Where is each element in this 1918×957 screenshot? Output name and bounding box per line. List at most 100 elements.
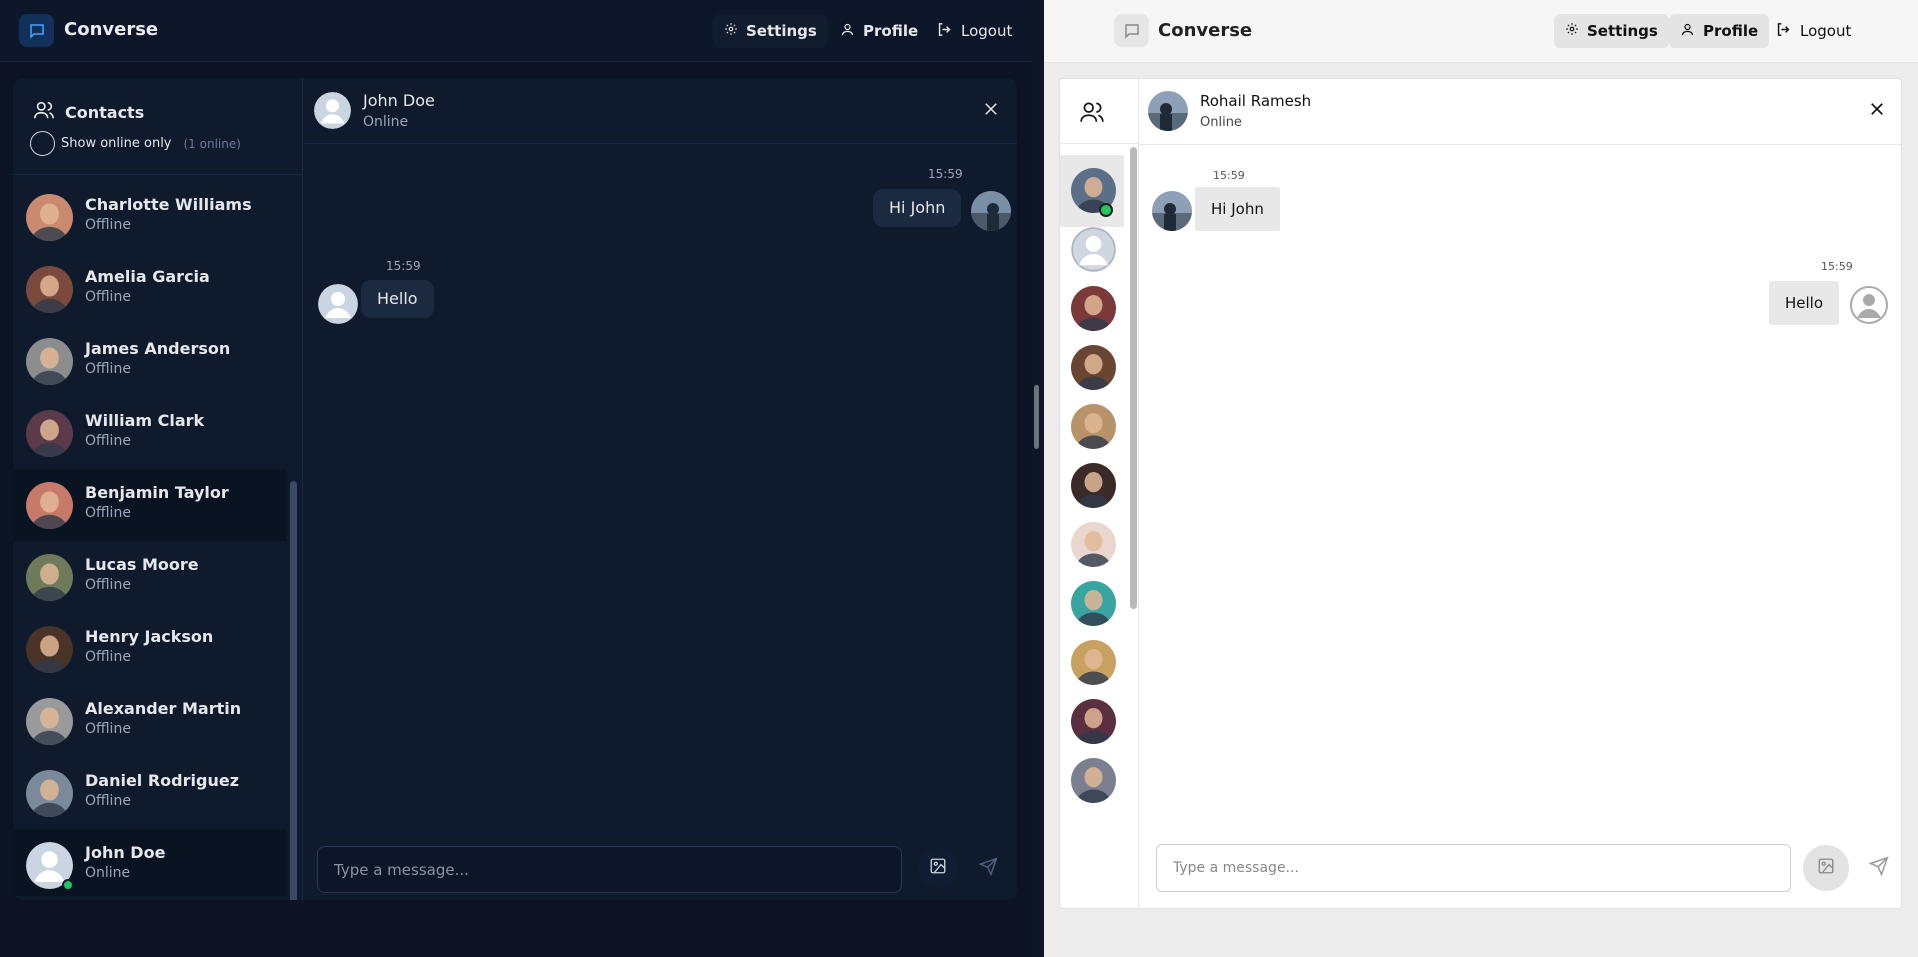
send-icon	[978, 856, 998, 880]
contact-item[interactable]: Charlotte Williams Offline	[13, 181, 287, 253]
message-input[interactable]	[318, 847, 901, 892]
close-icon[interactable]	[982, 100, 1000, 122]
contacts-header: Contacts	[33, 99, 144, 125]
top-navbar: Converse Settings Profile Logout	[0, 0, 1032, 62]
profile-label: Profile	[1703, 22, 1759, 40]
avatar	[971, 191, 1011, 231]
contacts-scrollbar[interactable]	[290, 481, 297, 900]
logout-icon	[936, 21, 953, 42]
contact-item[interactable]: James Anderson Offline	[13, 325, 287, 397]
chat-contact-status: Online	[363, 114, 409, 130]
contact-status: Offline	[85, 361, 131, 377]
rail-contact-avatar[interactable]	[1071, 581, 1116, 626]
rail-contact-avatar[interactable]	[1071, 699, 1116, 744]
light-theme-view: Converse Settings Profile Logout Rohail …	[1044, 0, 1918, 957]
close-icon[interactable]	[1868, 100, 1886, 122]
rail-scrollbar[interactable]	[1130, 147, 1137, 609]
contacts-heading: Contacts	[65, 102, 145, 122]
chat-contact-name: John Doe	[363, 91, 435, 110]
avatar	[26, 266, 73, 313]
rail-contact-avatar[interactable]	[1071, 345, 1116, 390]
contact-name: William Clark	[85, 411, 205, 430]
message-time: 15:59	[1213, 169, 1245, 182]
avatar	[1849, 285, 1889, 325]
contact-item[interactable]: Amelia Garcia Offline	[13, 253, 287, 325]
message-input[interactable]	[1157, 845, 1790, 891]
image-icon	[1817, 857, 1835, 879]
profile-button[interactable]: Profile	[1669, 14, 1770, 48]
top-navbar: Converse Settings Profile Logout	[1044, 0, 1918, 63]
chat-contact-status: Online	[1200, 115, 1242, 130]
message-bubble: Hi John	[873, 189, 962, 227]
online-only-checkbox[interactable]	[30, 131, 55, 156]
splitter-handle[interactable]	[1034, 385, 1039, 449]
profile-button[interactable]: Profile	[829, 14, 929, 48]
settings-button[interactable]: Settings	[713, 14, 828, 48]
divider	[1060, 143, 1139, 144]
contact-status: Offline	[85, 721, 131, 737]
chat-logo-icon[interactable]	[1114, 14, 1149, 47]
contact-item[interactable]: Benjamin Taylor Offline	[13, 469, 287, 541]
message-time: 15:59	[1821, 260, 1853, 273]
avatar	[1152, 191, 1192, 231]
attach-image-button[interactable]	[918, 848, 958, 888]
message-time: 15:59	[386, 259, 421, 273]
rail-contact-avatar[interactable]	[1071, 286, 1116, 331]
avatar	[26, 770, 73, 817]
message-bubble: Hello	[361, 280, 434, 318]
avatar	[26, 194, 73, 241]
contact-item[interactable]: Daniel Rodriguez Offline	[13, 757, 287, 829]
settings-label: Settings	[1587, 22, 1658, 40]
contact-name: Charlotte Williams	[85, 195, 252, 214]
logout-button[interactable]: Logout	[1764, 14, 1862, 48]
rail-contact-avatar[interactable]	[1071, 640, 1116, 685]
brand-name[interactable]: Converse	[64, 19, 158, 40]
users-icon[interactable]	[1079, 99, 1105, 129]
message-bubble: Hi John	[1195, 187, 1280, 231]
rail-contact-avatar[interactable]	[1071, 522, 1116, 567]
message-time: 15:59	[928, 167, 963, 181]
dark-theme-view: Converse Settings Profile Logout Contact…	[0, 0, 1032, 957]
contact-item[interactable]: Alexander Martin Offline	[13, 685, 287, 757]
rail-contact-avatar[interactable]	[1071, 404, 1116, 449]
send-button[interactable]	[1856, 845, 1901, 891]
logout-button[interactable]: Logout	[925, 14, 1023, 48]
settings-button[interactable]: Settings	[1554, 14, 1669, 48]
rail-contact-avatar[interactable]	[1071, 758, 1116, 803]
chat-logo-icon[interactable]	[19, 14, 54, 47]
contact-status: Offline	[85, 577, 131, 593]
gear-icon	[724, 22, 738, 40]
message-input-box[interactable]	[1156, 844, 1791, 892]
avatar	[26, 338, 73, 385]
contacts-rail	[1060, 79, 1139, 908]
contact-name: Alexander Martin	[85, 699, 242, 718]
avatar	[26, 698, 73, 745]
attach-image-button[interactable]	[1803, 845, 1849, 891]
message-input-box[interactable]	[317, 846, 902, 893]
contact-item[interactable]: William Clark Offline	[13, 397, 287, 469]
contact-item[interactable]: Lucas Moore Offline	[13, 541, 287, 613]
contact-item[interactable]: Henry Jackson Offline	[13, 613, 287, 685]
contact-item[interactable]: John Doe Online	[13, 829, 287, 896]
contact-name: Daniel Rodriguez	[85, 771, 240, 790]
users-icon	[33, 99, 55, 125]
contact-status: Online	[85, 865, 131, 881]
avatar	[26, 554, 73, 601]
profile-label: Profile	[863, 22, 919, 40]
avatar	[26, 626, 73, 673]
pane-splitter[interactable]	[1032, 0, 1044, 957]
message-bubble: Hello	[1769, 281, 1840, 325]
contact-status: Offline	[85, 649, 131, 665]
chat-header: John Doe Online	[304, 78, 1017, 144]
settings-label: Settings	[746, 22, 817, 40]
rail-contact-avatar[interactable]	[1071, 227, 1116, 272]
rail-contact-avatar[interactable]	[1071, 463, 1116, 508]
send-button[interactable]	[968, 848, 1008, 888]
avatar	[26, 482, 73, 529]
send-icon	[1868, 856, 1889, 880]
online-count: (1 online)	[183, 136, 241, 151]
chat-contact-name: Rohail Ramesh	[1200, 92, 1312, 110]
online-only-toggle[interactable]: Show online only (1 online)	[30, 131, 241, 156]
brand-name[interactable]: Converse	[1158, 20, 1252, 41]
chat-panel: Rohail Ramesh Online 15:59 Hi John 15:59…	[1059, 78, 1902, 909]
